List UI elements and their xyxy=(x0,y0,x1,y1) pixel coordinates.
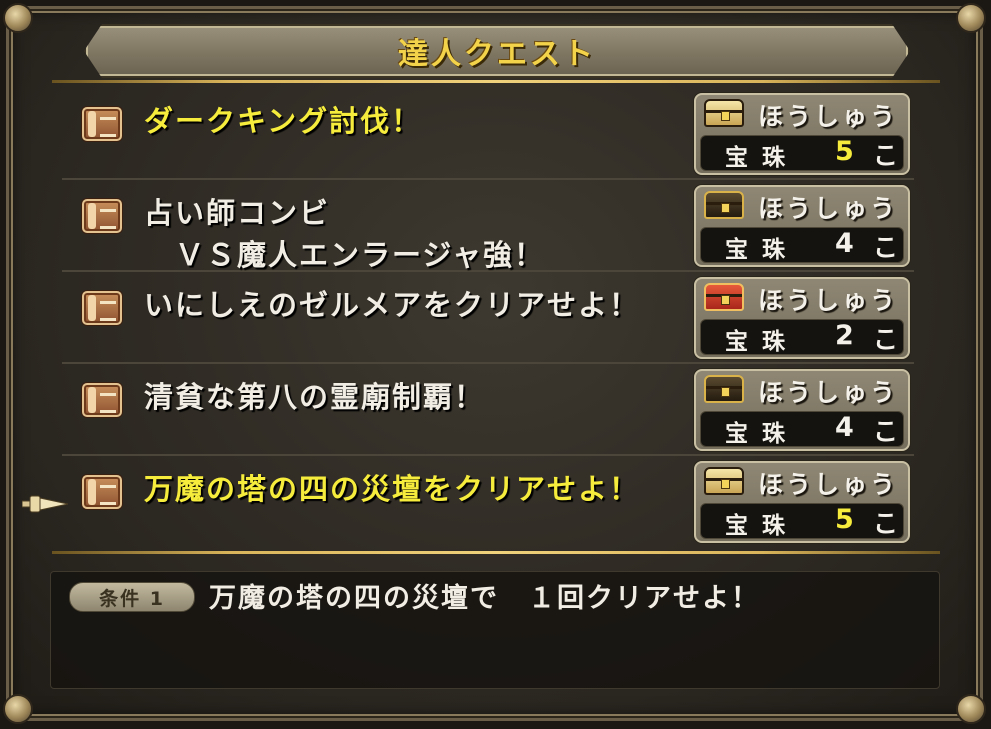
quest-scroll-icon xyxy=(82,383,122,417)
reward-item: 宝珠 xyxy=(725,421,799,447)
reward-label: ほうしゅう xyxy=(758,102,899,131)
reward-panel: ほうしゅう 宝珠 2 こ xyxy=(694,277,910,359)
window-title: 達人クエスト xyxy=(398,37,596,72)
condition-text: 万魔の塔の四の災壇で １回クリアせよ！ xyxy=(209,583,760,614)
reward-unit: こ xyxy=(873,325,899,354)
divider xyxy=(52,80,940,83)
black-chest-icon xyxy=(704,191,744,219)
reward-item-box: 宝珠 5 こ xyxy=(700,503,904,539)
pointer-hand-icon xyxy=(22,495,69,513)
reward-unit: こ xyxy=(873,141,899,170)
reward-quantity: 2 xyxy=(835,320,854,351)
divider xyxy=(52,551,940,554)
quest-name: いにしえのゼルメアをクリアせよ！ xyxy=(144,288,641,322)
reward-unit: こ xyxy=(873,417,899,446)
reward-item: 宝珠 xyxy=(725,513,799,539)
quest-scroll-icon xyxy=(82,199,122,233)
black-chest-icon xyxy=(704,375,744,403)
reward-panel: ほうしゅう 宝珠 4 こ xyxy=(694,185,910,267)
reward-quantity: 4 xyxy=(835,228,854,259)
quest-name: 占い師コンビ ＶＳ魔人エンラージャ強！ xyxy=(144,196,545,272)
reward-label: ほうしゅう xyxy=(758,470,899,499)
reward-item: 宝珠 xyxy=(725,237,799,263)
reward-label: ほうしゅう xyxy=(758,194,899,223)
quest-row[interactable]: いにしえのゼルメアをクリアせよ！ ほうしゅう 宝珠 2 こ xyxy=(62,272,914,364)
reward-quantity: 4 xyxy=(835,412,854,443)
quest-name: ダークキング討伐！ xyxy=(144,104,423,138)
reward-item-box: 宝珠 4 こ xyxy=(700,227,904,263)
condition-badge: 条件 1 xyxy=(69,582,195,612)
reward-item-box: 宝珠 5 こ xyxy=(700,135,904,171)
condition-panel: 条件 1 万魔の塔の四の災壇で １回クリアせよ！ xyxy=(50,571,940,689)
quest-scroll-icon xyxy=(82,107,122,141)
quest-scroll-icon xyxy=(82,475,122,509)
quest-row[interactable]: 占い師コンビ ＶＳ魔人エンラージャ強！ ほうしゅう 宝珠 4 こ xyxy=(62,180,914,272)
quest-row[interactable]: 清貧な第八の霊廟制覇！ ほうしゅう 宝珠 4 こ xyxy=(62,364,914,456)
reward-item-box: 宝珠 2 こ xyxy=(700,319,904,355)
reward-quantity: 5 xyxy=(835,136,854,167)
frame-corner-ornament xyxy=(956,694,986,724)
quest-row-selected[interactable]: 万魔の塔の四の災壇をクリアせよ！ ほうしゅう 宝珠 5 こ xyxy=(62,456,914,548)
reward-unit: こ xyxy=(873,509,899,538)
quest-scroll-icon xyxy=(82,291,122,325)
reward-item-box: 宝珠 4 こ xyxy=(700,411,904,447)
frame-corner-ornament xyxy=(956,3,986,33)
gold-chest-icon xyxy=(704,99,744,127)
gold-chest-icon xyxy=(704,467,744,495)
reward-label: ほうしゅう xyxy=(758,286,899,315)
frame-corner-ornament xyxy=(3,694,33,724)
quest-name: 万魔の塔の四の災壇をクリアせよ！ xyxy=(144,472,641,506)
quest-row[interactable]: ダークキング討伐！ ほうしゅう 宝珠 5 こ xyxy=(62,88,914,180)
title-bar: 達人クエスト xyxy=(84,24,910,78)
reward-item: 宝珠 xyxy=(725,145,799,171)
quest-name: 清貧な第八の霊廟制覇！ xyxy=(144,380,486,414)
reward-panel: ほうしゅう 宝珠 5 こ xyxy=(694,93,910,175)
reward-label: ほうしゅう xyxy=(758,378,899,407)
frame-corner-ornament xyxy=(3,3,33,33)
reward-item: 宝珠 xyxy=(725,329,799,355)
reward-quantity: 5 xyxy=(835,504,854,535)
quest-list: ダークキング討伐！ ほうしゅう 宝珠 5 こ 占い師コンビ ＶＳ魔人エンラージャ… xyxy=(62,88,914,548)
reward-panel: ほうしゅう 宝珠 4 こ xyxy=(694,369,910,451)
reward-panel: ほうしゅう 宝珠 5 こ xyxy=(694,461,910,543)
red-chest-icon xyxy=(704,283,744,311)
reward-unit: こ xyxy=(873,233,899,262)
